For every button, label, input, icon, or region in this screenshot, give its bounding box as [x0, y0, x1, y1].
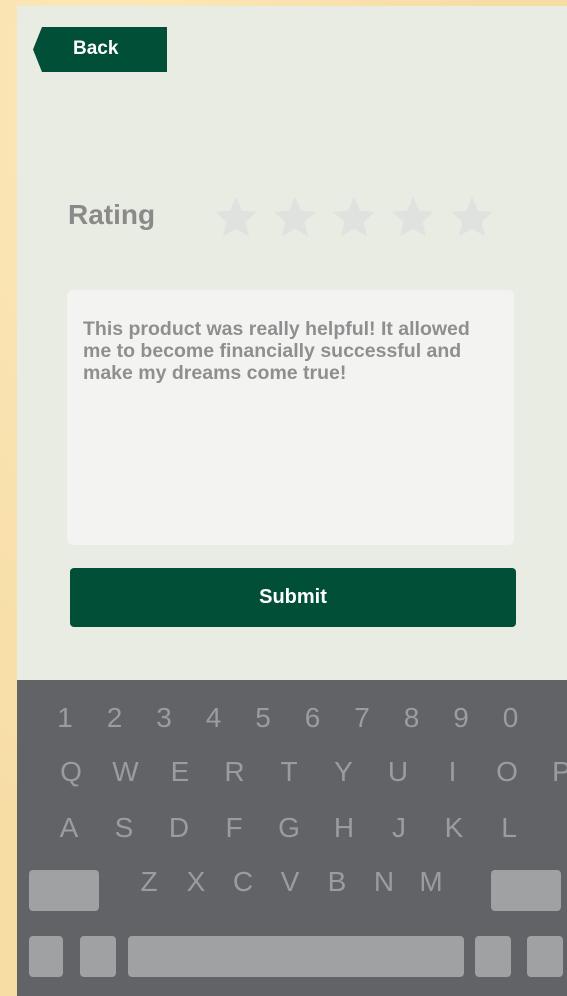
- star-icon[interactable]: [272, 194, 318, 240]
- key-5[interactable]: 5: [245, 702, 281, 734]
- star-icon[interactable]: [390, 194, 436, 240]
- rating-label: Rating: [68, 199, 156, 230]
- key-j[interactable]: J: [381, 812, 417, 844]
- key-p[interactable]: P: [544, 756, 567, 788]
- key-w[interactable]: W: [108, 756, 144, 788]
- key-7[interactable]: 7: [344, 702, 380, 734]
- star-rating[interactable]: [213, 194, 508, 240]
- emoji-key[interactable]: [80, 936, 116, 977]
- review-textarea[interactable]: This product was really helpful! It allo…: [67, 290, 514, 545]
- back-button[interactable]: Back: [33, 27, 167, 72]
- backspace-key[interactable]: [491, 870, 561, 911]
- key-s[interactable]: S: [106, 812, 142, 844]
- key-3[interactable]: 3: [146, 702, 182, 734]
- key-o[interactable]: O: [489, 756, 525, 788]
- key-z[interactable]: Z: [131, 866, 167, 898]
- key-e[interactable]: E: [162, 756, 198, 788]
- key-i[interactable]: I: [435, 756, 471, 788]
- mode-switch-key[interactable]: [29, 936, 63, 977]
- key-l[interactable]: L: [491, 812, 527, 844]
- key-b[interactable]: B: [319, 866, 355, 898]
- space-key[interactable]: [128, 936, 464, 977]
- key-0[interactable]: 0: [493, 702, 529, 734]
- key-r[interactable]: R: [217, 756, 253, 788]
- key-x[interactable]: X: [178, 866, 214, 898]
- key-f[interactable]: F: [216, 812, 252, 844]
- key-y[interactable]: Y: [326, 756, 362, 788]
- key-6[interactable]: 6: [295, 702, 331, 734]
- key-m[interactable]: M: [413, 866, 449, 898]
- star-icon[interactable]: [331, 194, 377, 240]
- review-screen: Back Rating This product was really help…: [17, 6, 567, 996]
- star-icon[interactable]: [449, 194, 495, 240]
- key-q[interactable]: Q: [53, 756, 89, 788]
- key-9[interactable]: 9: [443, 702, 479, 734]
- key-1[interactable]: 1: [47, 702, 83, 734]
- key-c[interactable]: C: [225, 866, 261, 898]
- key-t[interactable]: T: [271, 756, 307, 788]
- key-8[interactable]: 8: [394, 702, 430, 734]
- key-2[interactable]: 2: [97, 702, 133, 734]
- key-u[interactable]: U: [380, 756, 416, 788]
- key-k[interactable]: K: [436, 812, 472, 844]
- key-a[interactable]: A: [51, 812, 87, 844]
- shift-key[interactable]: [29, 870, 99, 911]
- key-4[interactable]: 4: [196, 702, 232, 734]
- star-icon[interactable]: [213, 194, 259, 240]
- submit-button[interactable]: Submit: [70, 568, 516, 627]
- on-screen-keyboard: 1234567890 QWERTYUIOP ASDFGHJKL ZXCVBNM: [17, 680, 567, 996]
- return-key[interactable]: [527, 936, 563, 977]
- key-d[interactable]: D: [161, 812, 197, 844]
- key-v[interactable]: V: [272, 866, 308, 898]
- key-h[interactable]: H: [326, 812, 362, 844]
- key-n[interactable]: N: [366, 866, 402, 898]
- key-g[interactable]: G: [271, 812, 307, 844]
- period-key[interactable]: [475, 936, 511, 977]
